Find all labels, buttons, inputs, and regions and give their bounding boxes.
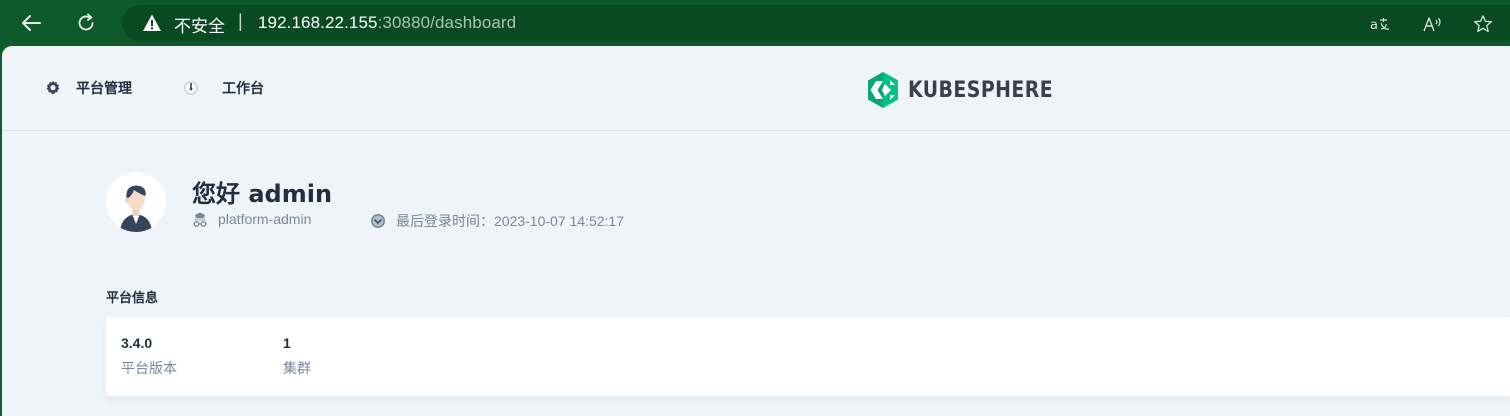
nav-workbench-label: 工作台 [222,81,264,97]
greeting-title: 您好 admin [192,180,333,208]
stat-value: 3.4.0 [121,335,153,351]
gear-icon [44,79,62,97]
translate-icon[interactable]: a [1370,14,1392,34]
platform-info-title: 平台信息 [106,291,159,306]
avatar[interactable] [106,172,166,232]
dashboard-page: 平台管理 工作台 KUBESPHERE 您好 admin platform-ad… [2,46,1510,416]
user-role-text: platform-admin [218,211,312,227]
dashboard-gauge-icon [182,79,200,97]
kubesphere-logo-text: KUBESPHERE [908,77,1054,103]
url-text[interactable]: 192.168.22.155:30880/dashboard [258,13,516,33]
reload-button[interactable] [71,9,101,37]
user-avatar-icon [120,185,152,232]
user-role: platform-admin [192,211,311,227]
address-separator: | [238,11,243,31]
insecure-label[interactable]: 不安全 [174,12,225,37]
last-login-text: 最后登录时间：2023-10-07 14:52:17 [396,213,624,229]
kubesphere-logo-icon [868,72,898,108]
stat-clusters[interactable]: 1 集群 [283,335,311,378]
warning-icon[interactable] [142,13,162,33]
stat-label: 平台版本 [121,361,177,377]
platform-info-card: 3.4.0 平台版本 1 集群 [106,317,1510,396]
arrow-left-icon [22,15,41,31]
browser-toolbar: 不安全 | 192.168.22.155:30880/dashboard a [0,0,1510,46]
url-path: :30880/dashboard [377,13,517,32]
address-bar[interactable]: 不安全 | 192.168.22.155:30880/dashboard a [122,5,1510,41]
role-icon [192,211,208,227]
nav-platform-label: 平台管理 [76,81,132,97]
clock-icon [370,213,386,229]
url-host: 192.168.22.155 [258,13,378,32]
reload-icon [78,13,94,31]
last-login: 最后登录时间：2023-10-07 14:52:17 [370,211,624,231]
stat-label: 集群 [283,361,311,377]
read-aloud-icon[interactable] [1422,14,1444,34]
stat-value: 1 [283,335,291,351]
nav-platform-management[interactable]: 平台管理 [44,78,132,98]
stat-platform-version: 3.4.0 平台版本 [121,335,177,378]
svg-text:a: a [1370,18,1378,32]
kubesphere-logo[interactable]: KUBESPHERE [866,72,1077,108]
top-navigation: 平台管理 工作台 KUBESPHERE [2,46,1510,131]
back-button[interactable] [16,9,46,37]
favorite-star-icon[interactable] [1472,14,1494,34]
nav-workbench[interactable]: 工作台 [182,78,264,98]
